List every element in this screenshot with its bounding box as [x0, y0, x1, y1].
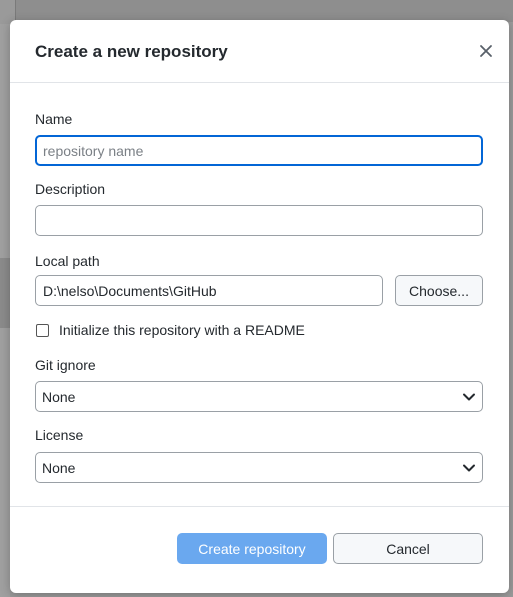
chevron-down-icon [462, 390, 476, 404]
dialog-title: Create a new repository [35, 42, 228, 61]
license-label: License [35, 427, 84, 443]
chevron-down-icon [462, 461, 476, 475]
background-toolbar [0, 0, 513, 22]
readme-checkbox-row[interactable]: Initialize this repository with a README [35, 321, 305, 339]
license-select[interactable]: None [35, 452, 483, 483]
close-button[interactable] [475, 40, 497, 62]
create-repository-button[interactable]: Create repository [177, 533, 327, 564]
cancel-button[interactable]: Cancel [333, 533, 483, 564]
readme-checkbox[interactable] [36, 323, 49, 337]
description-label: Description [35, 181, 106, 197]
git-ignore-selected-value: None [42, 388, 76, 405]
dialog-header: Create a new repository [10, 20, 509, 83]
repository-name-input[interactable] [35, 135, 483, 166]
readme-checkbox-label[interactable]: Initialize this repository with a README [59, 322, 305, 338]
dialog-footer: Create repository Cancel [10, 507, 509, 592]
create-repository-dialog: Create a new repository Name Description… [10, 20, 509, 593]
git-ignore-label: Git ignore [35, 357, 96, 373]
local-path-input[interactable] [35, 275, 383, 306]
license-selected-value: None [42, 459, 76, 476]
local-path-label: Local path [35, 253, 100, 269]
name-label: Name [35, 111, 73, 127]
background-sidebar-block [0, 258, 10, 328]
dialog-body: Name Description Local path Choose... In… [10, 83, 509, 507]
choose-button[interactable]: Choose... [395, 275, 483, 306]
close-icon [475, 40, 497, 62]
description-input[interactable] [35, 205, 483, 236]
git-ignore-select[interactable]: None [35, 381, 483, 412]
